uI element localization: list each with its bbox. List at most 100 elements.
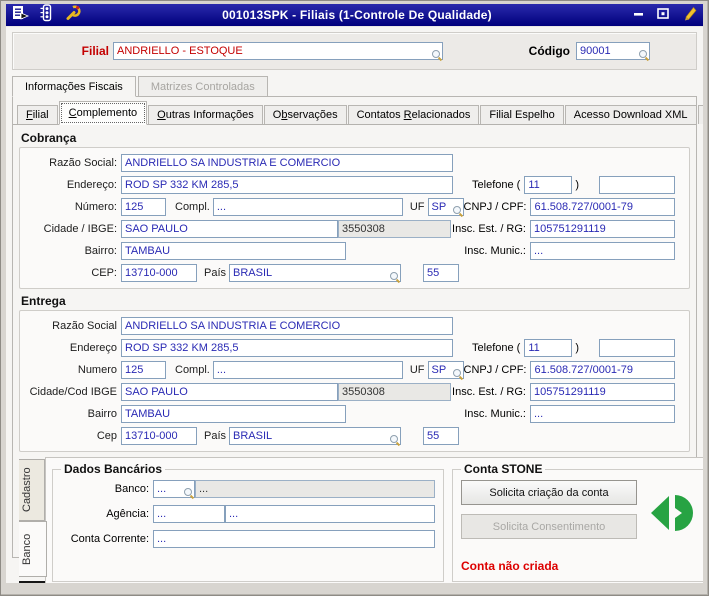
complemento-page: Cobrança Razão Social: Endereço: Telefon…	[13, 125, 703, 583]
cnpj-field[interactable]	[530, 361, 676, 379]
filial-field[interactable]	[113, 42, 443, 60]
cidade-field[interactable]	[121, 383, 338, 401]
form-row: Bairro: Insc. Munic.:	[24, 240, 681, 262]
pais-cod-field[interactable]	[423, 427, 460, 445]
form-row: Banco:	[61, 476, 435, 501]
ibge-field	[338, 383, 451, 401]
magnifier-icon[interactable]	[452, 369, 463, 379]
endereco-field[interactable]	[121, 176, 453, 194]
pais-cod-field[interactable]	[423, 264, 460, 282]
telefone-num-field[interactable]	[599, 339, 675, 357]
vtab-banco[interactable]: Banco	[19, 521, 47, 577]
razao-social-label: Razão Social	[52, 320, 117, 332]
solicita-criacao-conta-button[interactable]: Solicita criação da conta	[461, 480, 637, 505]
cobranca-group: Cobrança Razão Social: Endereço: Telefon…	[19, 129, 690, 289]
uf-field[interactable]	[427, 198, 464, 216]
magnifier-icon[interactable]	[390, 435, 400, 445]
razao-social-field[interactable]	[121, 317, 453, 335]
cep-field[interactable]	[121, 427, 197, 445]
numero-field[interactable]	[121, 361, 166, 379]
tab-complemento[interactable]: Complemento	[58, 101, 148, 125]
codigo-field[interactable]	[576, 42, 650, 60]
agencia-extra-field[interactable]	[225, 504, 435, 523]
razao-social-label: Razão Social:	[49, 157, 117, 169]
insc-est-field[interactable]	[530, 383, 675, 401]
pais-field[interactable]	[229, 427, 402, 445]
magnifier-icon[interactable]	[432, 50, 442, 60]
entrega-group: Entrega Razão Social Endereço Telefone (	[19, 292, 690, 452]
tab-informacoes-fiscais[interactable]: Informações Fiscais	[12, 76, 136, 97]
agencia-field[interactable]	[153, 504, 225, 523]
cep-label: Cep	[96, 430, 117, 442]
form-row: Cidade / IBGE: Insc. Est. / RG:	[24, 218, 681, 240]
minimize-icon[interactable]	[633, 6, 644, 24]
uf-field[interactable]	[427, 361, 464, 379]
insc-mun-label: Insc. Munic.:	[464, 245, 526, 257]
tab-observacoes[interactable]: Observações	[263, 105, 347, 124]
codigo-label: Código	[528, 44, 570, 58]
traffic-light-icon[interactable]	[40, 3, 54, 27]
banco-field[interactable]	[153, 479, 195, 498]
conta-stone-legend: Conta STONE	[464, 462, 543, 476]
insc-mun-label: Insc. Munic.:	[464, 408, 526, 420]
form-row: Conta Corrente:	[61, 526, 435, 551]
numero-field[interactable]	[121, 198, 166, 216]
tab-filial-espelho[interactable]: Filial Espelho	[480, 105, 564, 124]
compl-label: Compl.	[175, 201, 210, 213]
solicita-consentimento-button: Solicita Consentimento	[461, 514, 637, 539]
tab-filial[interactable]: Filial	[17, 105, 58, 124]
telefone-num-field[interactable]	[599, 176, 675, 194]
magnifier-icon[interactable]	[390, 272, 400, 282]
magnifier-icon[interactable]	[452, 206, 463, 216]
maximize-icon[interactable]	[657, 6, 669, 24]
magnifier-icon[interactable]	[184, 487, 194, 498]
filial-input[interactable]	[114, 43, 442, 59]
form-row: Cep País	[24, 425, 681, 447]
cidade-label: Cidade / IBGE:	[43, 223, 117, 235]
titlebar-icons	[12, 3, 81, 27]
bairro-label: Bairro	[87, 408, 117, 420]
cnpj-label: CNPJ / CPF:	[463, 364, 527, 376]
insc-mun-field[interactable]	[530, 242, 675, 260]
stone-logo-icon	[649, 492, 697, 573]
insc-est-label: Insc. Est. / RG:	[452, 386, 526, 398]
form-icon[interactable]	[12, 5, 30, 26]
uf-label: UF	[409, 364, 425, 376]
telefone-label: Telefone (	[472, 179, 521, 191]
tab-acesso-download-xml[interactable]: Acesso Download XML	[564, 105, 697, 124]
compl-field[interactable]	[212, 361, 403, 379]
endereco-field[interactable]	[121, 339, 453, 357]
cnpj-field[interactable]	[530, 198, 676, 216]
cep-field[interactable]	[121, 264, 197, 282]
cidade-field[interactable]	[121, 220, 338, 238]
form-row: CEP: País	[24, 262, 681, 284]
tab-contatos-relacionados[interactable]: Contatos Relacionados	[347, 105, 480, 124]
insc-est-field[interactable]	[530, 220, 675, 238]
conta-corrente-field[interactable]	[153, 529, 435, 548]
vtab-cadastro[interactable]: Cadastro	[19, 459, 45, 521]
cobranca-caption: Cobrança	[21, 131, 77, 145]
compl-label: Compl.	[175, 364, 210, 376]
edit-pencil-icon[interactable]	[682, 5, 697, 26]
cep-label: CEP:	[91, 267, 117, 279]
telefone-ddd-field[interactable]	[524, 339, 573, 357]
bairro-field[interactable]	[121, 405, 346, 423]
form-row: Agência:	[61, 501, 435, 526]
insc-est-label: Insc. Est. / RG:	[452, 223, 526, 235]
razao-social-field[interactable]	[121, 154, 453, 172]
numero-label: Numero	[77, 364, 117, 376]
tab-outras-informacoes[interactable]: Outras Informações	[148, 105, 263, 124]
tab-indicator-bar	[19, 581, 45, 583]
telefone-close-paren: )	[575, 342, 579, 354]
pais-field[interactable]	[229, 264, 402, 282]
magnifier-icon[interactable]	[639, 50, 649, 60]
wrench-icon[interactable]	[65, 4, 81, 26]
tab-log[interactable]: Log	[697, 105, 703, 124]
cidade-label: Cidade/Cod IBGE	[29, 386, 117, 398]
compl-field[interactable]	[212, 198, 403, 216]
banco-label: Banco:	[114, 482, 149, 495]
bairro-field[interactable]	[121, 242, 346, 260]
telefone-ddd-field[interactable]	[524, 176, 573, 194]
form-row: Número: Compl. UF CNPJ / CPF:	[24, 196, 681, 218]
insc-mun-field[interactable]	[530, 405, 675, 423]
